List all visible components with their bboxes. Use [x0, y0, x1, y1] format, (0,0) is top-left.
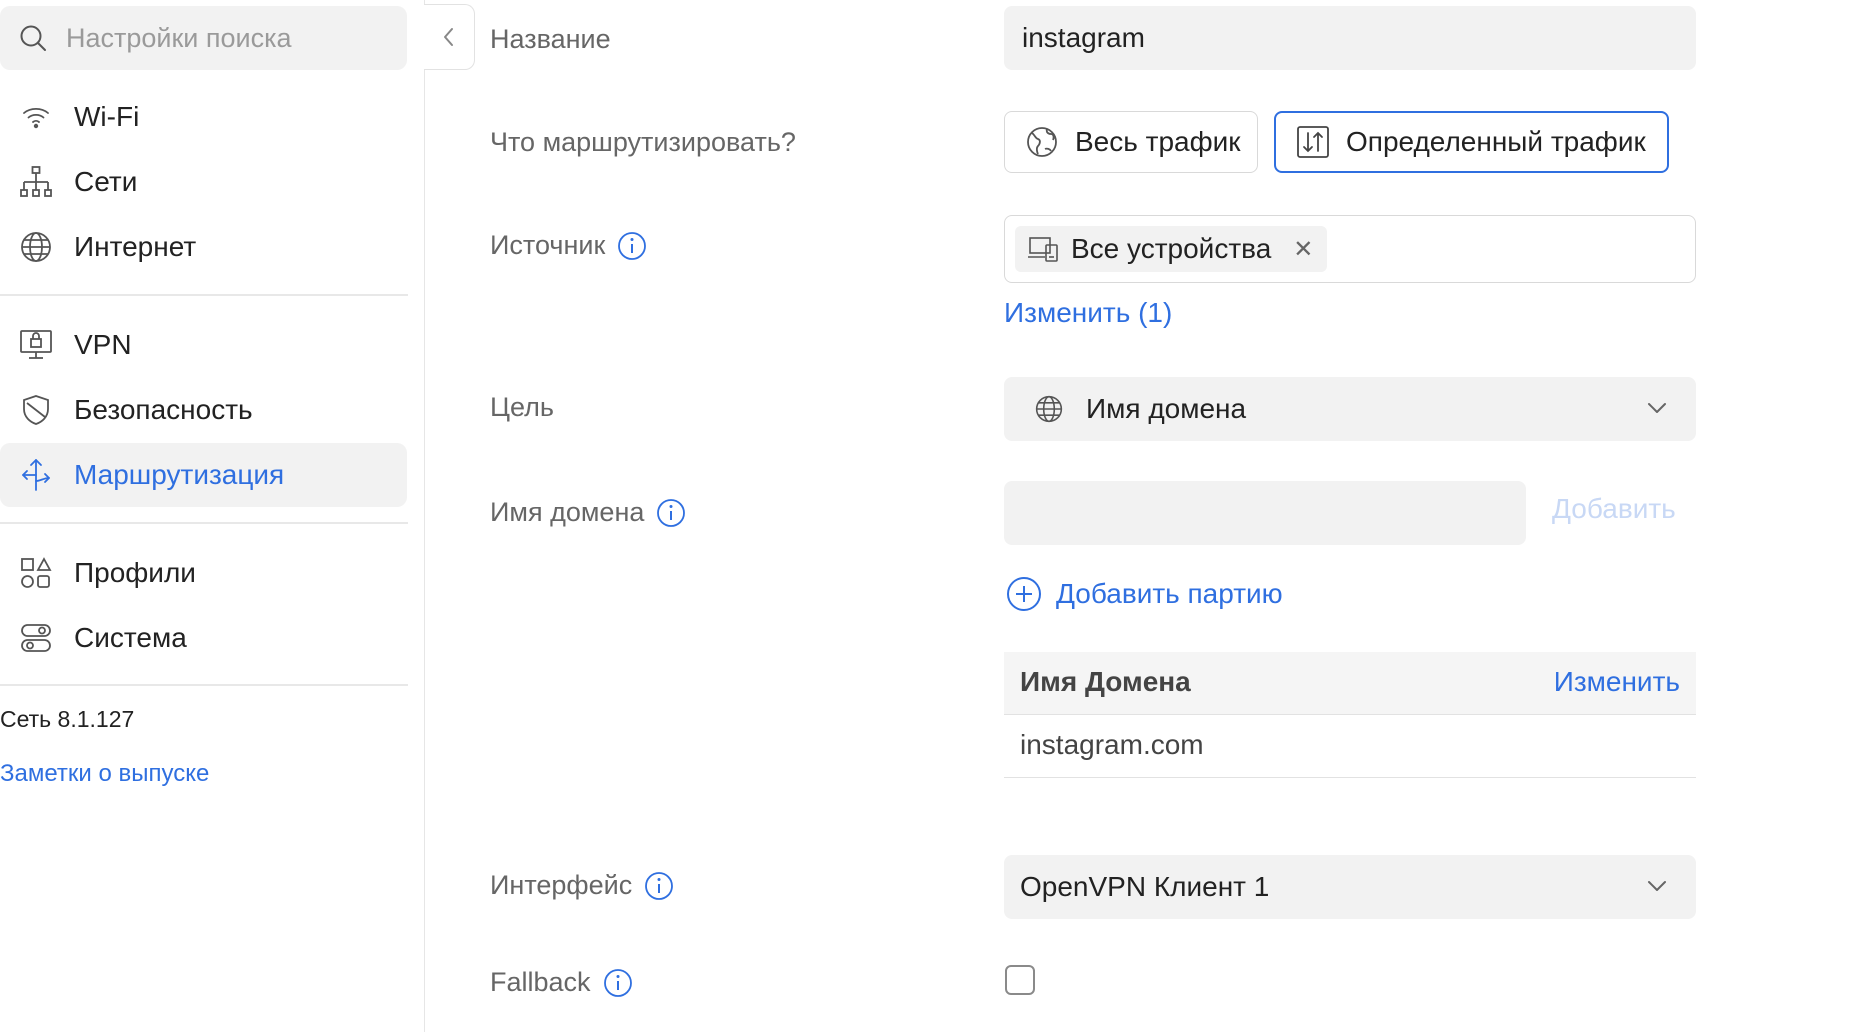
info-icon[interactable] — [644, 871, 674, 901]
interface-select[interactable]: OpenVPN Клиент 1 — [1004, 855, 1696, 919]
target-select[interactable]: Имя домена — [1004, 377, 1696, 441]
change-source-link[interactable]: Изменить (1) — [1004, 297, 1172, 329]
sidebar-item-label: Профили — [74, 557, 196, 588]
edit-domains-link[interactable]: Изменить — [1554, 666, 1680, 698]
sidebar-item-system[interactable]: Система — [0, 606, 407, 670]
chevron-down-icon — [1648, 403, 1666, 413]
info-icon[interactable] — [656, 498, 686, 528]
sort-arrows-icon — [1296, 125, 1330, 159]
add-batch-button[interactable]: Добавить партию — [1006, 576, 1283, 612]
domain-name-label: Имя домена — [490, 497, 686, 528]
target-label: Цель — [490, 392, 554, 422]
sidebar-item-security[interactable]: Безопасность — [0, 378, 407, 442]
globe-icon — [1035, 395, 1063, 423]
sidebar-item-wifi[interactable]: Wi-Fi — [0, 85, 407, 149]
search-input[interactable] — [64, 21, 388, 55]
sidebar: Wi-Fi Сети Интернет VPN Безопасность Мар… — [0, 0, 425, 1032]
earth-icon — [1025, 125, 1059, 159]
sidebar-item-vpn[interactable]: VPN — [0, 313, 407, 377]
wifi-icon — [18, 99, 54, 135]
target-value: Имя домена — [1086, 393, 1247, 424]
shield-icon — [18, 392, 54, 428]
sidebar-item-profiles[interactable]: Профили — [0, 541, 407, 605]
sidebar-item-label: Wi-Fi — [74, 101, 140, 132]
search-bar[interactable] — [0, 6, 407, 70]
specific-traffic-button[interactable]: Определенный трафик — [1274, 111, 1669, 173]
interface-label: Интерфейс — [490, 870, 674, 901]
remove-chip-icon[interactable]: ✕ — [1293, 235, 1313, 264]
sidebar-item-networks[interactable]: Сети — [0, 150, 407, 214]
route-what-label: Что маршрутизировать? — [490, 127, 796, 157]
domain-name-field[interactable] — [1004, 481, 1526, 545]
domain-table-header: Имя Домена Изменить — [1004, 652, 1696, 715]
fallback-checkbox[interactable] — [1005, 965, 1035, 995]
sidebar-item-label: Маршрутизация — [74, 459, 285, 490]
name-label: Название — [490, 24, 611, 54]
info-icon[interactable] — [617, 231, 647, 261]
sidebar-divider — [0, 522, 408, 524]
domain-name-input[interactable] — [1020, 496, 1514, 530]
version-text: Сеть 8.1.127 — [0, 706, 135, 732]
fallback-label: Fallback — [490, 967, 633, 998]
sidebar-divider — [0, 684, 408, 686]
domain-column-header: Имя Домена — [1020, 666, 1191, 697]
info-icon[interactable] — [603, 968, 633, 998]
sidebar-item-label: Система — [74, 622, 187, 653]
system-toggles-icon — [18, 620, 54, 656]
all-traffic-button[interactable]: Весь трафик — [1004, 111, 1258, 173]
devices-icon — [1027, 233, 1059, 265]
specific-traffic-label: Определенный трафик — [1346, 126, 1646, 157]
collapse-sidebar-button[interactable] — [424, 4, 475, 70]
add-batch-label: Добавить партию — [1056, 578, 1283, 609]
source-label: Источник — [490, 230, 647, 261]
chevron-left-icon — [444, 28, 453, 46]
chevron-down-icon — [1648, 881, 1666, 891]
source-chip-label: Все устройства — [1071, 233, 1272, 264]
table-row: instagram.com — [1004, 715, 1696, 778]
all-traffic-label: Весь трафик — [1075, 126, 1241, 157]
source-chip: Все устройства ✕ — [1015, 226, 1328, 272]
domain-cell: instagram.com — [1020, 729, 1204, 760]
plus-circle-icon — [1007, 577, 1041, 611]
sidebar-item-label: Сети — [74, 166, 138, 197]
vpn-monitor-icon — [18, 327, 54, 363]
network-tree-icon — [18, 164, 54, 200]
profiles-grid-icon — [18, 555, 54, 591]
source-selector[interactable]: Все устройства ✕ — [1004, 215, 1696, 283]
globe-icon — [18, 229, 54, 265]
interface-value: OpenVPN Клиент 1 — [1020, 871, 1270, 902]
name-field[interactable] — [1004, 6, 1696, 70]
sidebar-divider — [0, 294, 408, 296]
sidebar-item-internet[interactable]: Интернет — [0, 215, 407, 279]
release-notes-link[interactable]: Заметки о выпуске — [0, 760, 209, 788]
sidebar-item-label: VPN — [74, 329, 132, 360]
add-domain-button[interactable]: Добавить — [1552, 493, 1676, 525]
sidebar-item-label: Интернет — [74, 231, 197, 262]
sidebar-item-label: Безопасность — [74, 394, 253, 425]
routing-icon — [18, 457, 54, 493]
name-input[interactable] — [1020, 21, 1674, 55]
sidebar-item-routing[interactable]: Маршрутизация — [0, 443, 407, 507]
search-icon — [20, 25, 46, 51]
